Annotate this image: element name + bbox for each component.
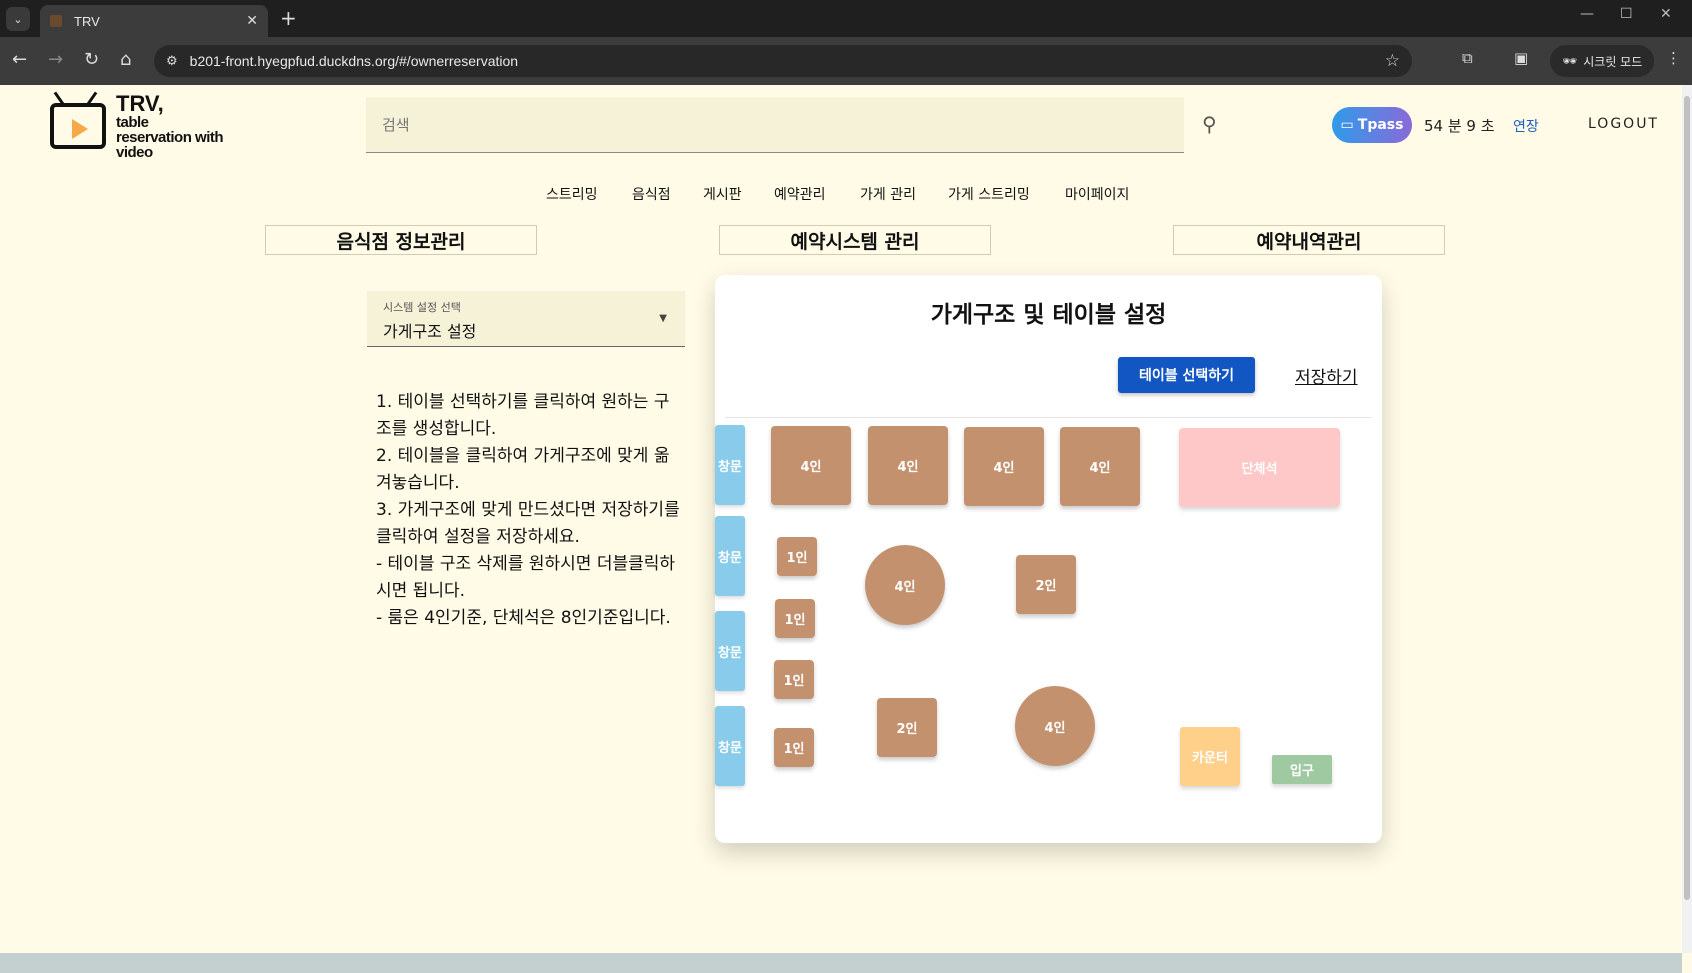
search-input[interactable] [382, 115, 1184, 134]
session-timer: 54 분 9 초 [1424, 117, 1495, 135]
table-4p[interactable]: 4인 [964, 427, 1044, 506]
table-1p[interactable]: 1인 [775, 599, 815, 638]
home-icon[interactable]: ⌂ [120, 49, 131, 70]
tpass-badge[interactable]: ▭ Tpass [1332, 107, 1412, 143]
logo-title: TRV, [116, 91, 164, 116]
tab-restaurant-info[interactable]: 음식점 정보관리 [265, 225, 537, 255]
group-seat[interactable]: 단체석 [1179, 428, 1340, 507]
logo-subtitle: reservation with [116, 129, 224, 146]
instruction-line: - 룸은 4인기준, 단체석은 8인기준입니다. [376, 608, 671, 628]
search-icon[interactable]: ⚲ [1202, 112, 1217, 136]
card-icon: ▭ [1340, 117, 1354, 133]
maximize-icon[interactable]: ☐ [1620, 6, 1633, 22]
dropdown-arrow-icon: ▼ [659, 313, 667, 324]
logout-button[interactable]: LOGOUT [1588, 116, 1659, 132]
tab-title: TRV [74, 13, 100, 29]
nav-item-reservations[interactable]: 예약관리 [774, 184, 826, 204]
window-block[interactable]: 창문 [715, 706, 745, 786]
entrance-block[interactable]: 입구 [1272, 755, 1332, 784]
incognito-badge[interactable]: 🕶 시크릿 모드 [1550, 45, 1655, 77]
round-table-4p[interactable]: 4인 [865, 545, 945, 625]
incognito-label: 시크릿 모드 [1583, 54, 1643, 69]
nav-item-restaurants[interactable]: 음식점 [632, 184, 671, 204]
menu-icon[interactable]: ⋮ [1666, 49, 1681, 67]
search-box [366, 97, 1184, 153]
nav-item-store-streaming[interactable]: 가게 스트리밍 [948, 184, 1030, 204]
site-logo[interactable]: TRV, table reservation with video [50, 91, 250, 163]
favicon-icon [50, 15, 62, 27]
logo-text: TRV, table reservation with video [116, 91, 224, 161]
layout-editor-card: 가게구조 및 테이블 설정 테이블 선택하기 저장하기 창문 창문 창문 창문 … [715, 275, 1382, 843]
site-info-icon[interactable]: ⚙ [166, 54, 178, 69]
new-tab-icon[interactable]: + [280, 6, 297, 30]
select-value: 가게구조 설정 [383, 322, 477, 341]
system-setting-select[interactable]: 시스템 설정 선택 가게구조 설정 ▼ [367, 291, 685, 347]
table-1p[interactable]: 1인 [777, 537, 817, 576]
tab-reservation-system[interactable]: 예약시스템 관리 [719, 225, 991, 255]
nav-item-store-manage[interactable]: 가게 관리 [860, 184, 916, 204]
browser-tab-bar: ⌄ TRV ✕ + — ☐ ✕ [0, 0, 1692, 37]
instruction-line: 2. 테이블을 클릭하여 가게구조에 맞게 옮겨놓습니다. [376, 446, 670, 493]
window-block[interactable]: 창문 [715, 425, 745, 505]
counter-block[interactable]: 카운터 [1180, 727, 1240, 786]
incognito-icon: 🕶 [1562, 54, 1578, 68]
instruction-line: 3. 가게구조에 맞게 만드셨다면 저장하기를 클릭하여 설정을 저장하세요. [376, 500, 680, 547]
nav-item-mypage[interactable]: 마이페이지 [1065, 184, 1129, 204]
table-4p[interactable]: 4인 [771, 426, 851, 505]
table-4p[interactable]: 4인 [1060, 427, 1140, 506]
divider [725, 417, 1372, 418]
tab-reservation-history[interactable]: 예약내역관리 [1173, 225, 1445, 255]
tab-list-icon[interactable]: ⌄ [6, 7, 30, 31]
nav-item-streaming[interactable]: 스트리밍 [546, 184, 598, 204]
extensions-icon[interactable]: ⧉ [1462, 49, 1473, 67]
bookmark-star-icon[interactable]: ☆ [1385, 51, 1400, 71]
round-table-4p[interactable]: 4인 [1015, 686, 1095, 766]
table-2p[interactable]: 2인 [1016, 555, 1076, 614]
play-icon [72, 119, 88, 139]
logo-subtitle: table [116, 114, 149, 131]
instruction-line: - 테이블 구조 삭제를 원하시면 더블클릭하시면 됩니다. [376, 554, 676, 601]
save-button[interactable]: 저장하기 [1295, 363, 1358, 388]
window-block[interactable]: 창문 [715, 516, 745, 596]
table-1p[interactable]: 1인 [774, 660, 814, 699]
select-table-button[interactable]: 테이블 선택하기 [1118, 357, 1255, 393]
nav-item-board[interactable]: 게시판 [703, 184, 742, 204]
window-close-icon[interactable]: ✕ [1660, 6, 1672, 22]
reload-icon[interactable]: ↻ [84, 49, 99, 70]
table-1p[interactable]: 1인 [774, 728, 814, 767]
address-bar: ← → ↻ ⌂ ⚙ b201-front.hyegpfud.duckdns.or… [0, 37, 1692, 85]
select-label: 시스템 설정 선택 [383, 301, 461, 314]
tpass-label: Tpass [1357, 117, 1404, 133]
url-box[interactable]: ⚙ b201-front.hyegpfud.duckdns.org/#/owne… [154, 45, 1412, 77]
tv-icon [50, 103, 106, 149]
extend-button[interactable]: 연장 [1513, 116, 1539, 136]
minimize-icon[interactable]: — [1580, 6, 1594, 22]
layout-editor-title: 가게구조 및 테이블 설정 [930, 302, 1167, 328]
window-block[interactable]: 창문 [715, 611, 745, 691]
back-icon[interactable]: ← [12, 49, 27, 70]
forward-icon[interactable]: → [48, 49, 63, 70]
footer-bar [0, 953, 1682, 973]
instruction-line: 1. 테이블 선택하기를 클릭하여 원하는 구조를 생성합니다. [376, 392, 670, 439]
side-panel-icon[interactable]: ▣ [1514, 49, 1528, 67]
url-text[interactable]: b201-front.hyegpfud.duckdns.org/#/ownerr… [190, 53, 518, 69]
logo-subtitle: video [116, 144, 153, 161]
scrollbar-thumb[interactable] [1684, 96, 1690, 900]
instructions: 1. 테이블 선택하기를 클릭하여 원하는 구조를 생성합니다. 2. 테이블을… [376, 389, 682, 632]
table-4p[interactable]: 4인 [868, 426, 948, 505]
browser-tab[interactable]: TRV ✕ [40, 5, 268, 37]
table-2p[interactable]: 2인 [877, 698, 937, 757]
close-icon[interactable]: ✕ [246, 13, 258, 29]
